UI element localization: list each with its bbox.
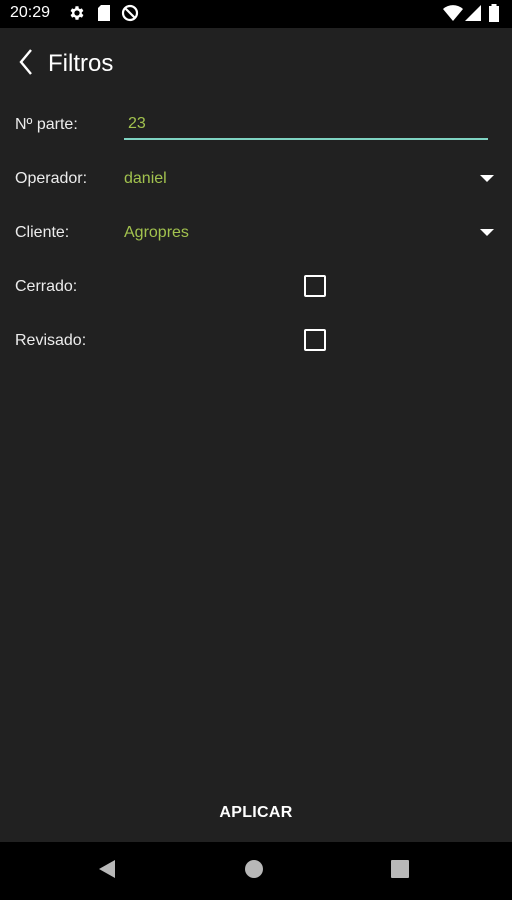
wifi-icon (443, 4, 463, 27)
arrow-back-icon (18, 48, 34, 81)
navigation-bar (0, 842, 512, 900)
apply-button[interactable]: APLICAR (196, 794, 316, 832)
recents-nav-button[interactable] (385, 856, 415, 886)
settings-icon (68, 4, 86, 27)
sd-card-icon (96, 4, 112, 27)
no-sync-icon (121, 4, 139, 27)
back-nav-icon (97, 859, 117, 884)
back-nav-button[interactable] (92, 856, 122, 886)
filters-screen: 20:29 Filtros Nº parte: Operador: (0, 0, 512, 900)
part-number-input[interactable] (124, 110, 488, 140)
dropdown-arrow-icon (480, 229, 494, 236)
page-title: Filtros (48, 50, 114, 77)
status-time: 20:29 (10, 4, 51, 21)
operator-value: daniel (124, 170, 167, 187)
status-bar: 20:29 (0, 0, 512, 28)
recents-nav-icon (390, 859, 410, 884)
home-nav-icon (244, 859, 264, 884)
closed-label: Cerrado: (15, 278, 78, 295)
client-value: Agropres (124, 224, 189, 241)
client-label: Cliente: (15, 224, 70, 241)
dropdown-arrow-icon (480, 175, 494, 182)
operator-dropdown[interactable]: daniel (118, 161, 502, 197)
operator-label: Operador: (15, 170, 88, 187)
battery-icon (488, 4, 500, 27)
client-dropdown[interactable]: Agropres (118, 215, 502, 251)
back-button[interactable] (8, 42, 44, 86)
closed-checkbox[interactable] (304, 275, 326, 297)
signal-icon (465, 4, 481, 27)
home-nav-button[interactable] (239, 856, 269, 886)
reviewed-checkbox[interactable] (304, 329, 326, 351)
part-number-label: Nº parte: (15, 116, 78, 133)
app-bar: Filtros (0, 28, 512, 100)
reviewed-label: Revisado: (15, 332, 87, 349)
